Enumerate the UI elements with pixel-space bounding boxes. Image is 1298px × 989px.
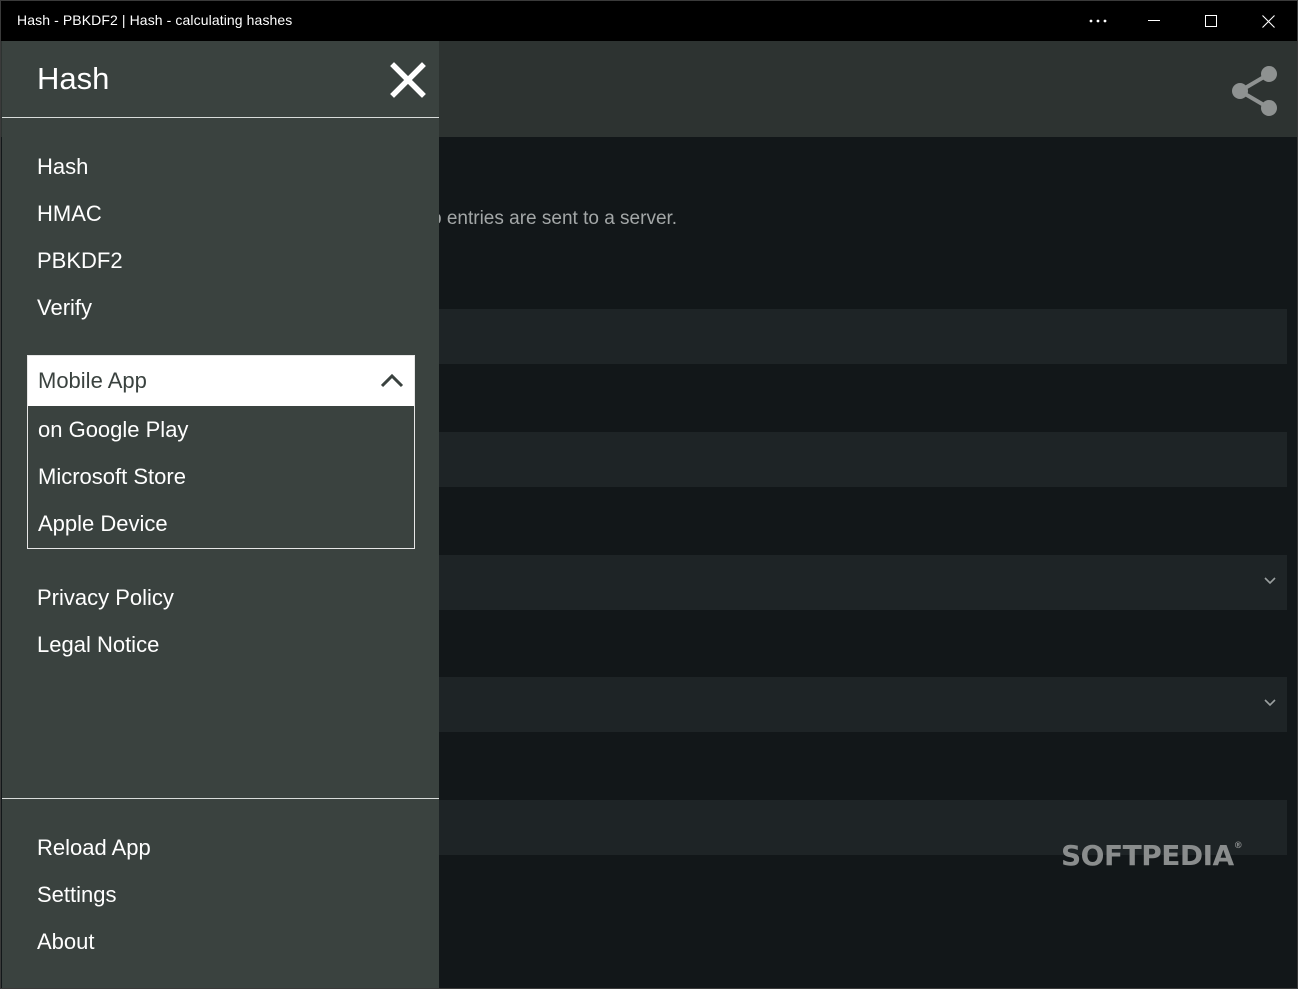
- nav-item-hmac[interactable]: HMAC: [37, 201, 102, 227]
- close-icon[interactable]: [1240, 1, 1296, 41]
- title-bar: Hash - PBKDF2 | Hash - calculating hashe…: [1, 1, 1297, 41]
- mobile-app-dropdown: Mobile App on Google Play Microsoft Stor…: [27, 355, 415, 549]
- minimize-icon[interactable]: [1126, 1, 1182, 41]
- more-icon[interactable]: [1070, 1, 1126, 41]
- window-title: Hash - PBKDF2 | Hash - calculating hashe…: [17, 12, 293, 28]
- drawer-title: Hash: [37, 61, 110, 96]
- chevron-down-icon: [1264, 577, 1276, 585]
- share-icon[interactable]: [1227, 63, 1283, 119]
- maximize-icon[interactable]: [1183, 1, 1239, 41]
- privacy-policy-link[interactable]: Privacy Policy: [37, 585, 174, 611]
- chevron-up-icon: [380, 373, 404, 388]
- select-field[interactable]: [439, 677, 1287, 732]
- privacy-notice: o entries are sent to a server.: [439, 208, 678, 229]
- drawer-header: Hash: [2, 41, 439, 118]
- settings-link[interactable]: Settings: [37, 882, 117, 908]
- app-window: Hash - PBKDF2 | Hash - calculating hashe…: [0, 0, 1298, 989]
- navigation-drawer: Hash Hash HMAC PBKDF2 Verify Mobile App …: [2, 41, 439, 988]
- mobile-app-google-play-link[interactable]: on Google Play: [38, 417, 188, 443]
- mobile-app-toggle[interactable]: Mobile App: [28, 356, 414, 406]
- reload-app-button[interactable]: Reload App: [37, 835, 151, 861]
- mobile-app-label: Mobile App: [38, 368, 147, 393]
- legal-notice-link[interactable]: Legal Notice: [37, 632, 159, 658]
- about-link[interactable]: About: [37, 929, 95, 955]
- select-field[interactable]: [439, 555, 1287, 610]
- text-input-field[interactable]: [439, 309, 1287, 364]
- text-input-field[interactable]: [439, 432, 1287, 487]
- mobile-app-microsoft-store-link[interactable]: Microsoft Store: [38, 464, 186, 490]
- close-x-icon[interactable]: [390, 62, 426, 98]
- nav-item-hash[interactable]: Hash: [37, 154, 88, 180]
- nav-item-verify[interactable]: Verify: [37, 295, 92, 321]
- watermark-logo: SOFTPEDIA®: [1061, 839, 1243, 872]
- chevron-down-icon: [1264, 699, 1276, 707]
- drawer-divider: [2, 798, 439, 799]
- mobile-app-apple-device-link[interactable]: Apple Device: [38, 511, 168, 537]
- nav-item-pbkdf2[interactable]: PBKDF2: [37, 248, 123, 274]
